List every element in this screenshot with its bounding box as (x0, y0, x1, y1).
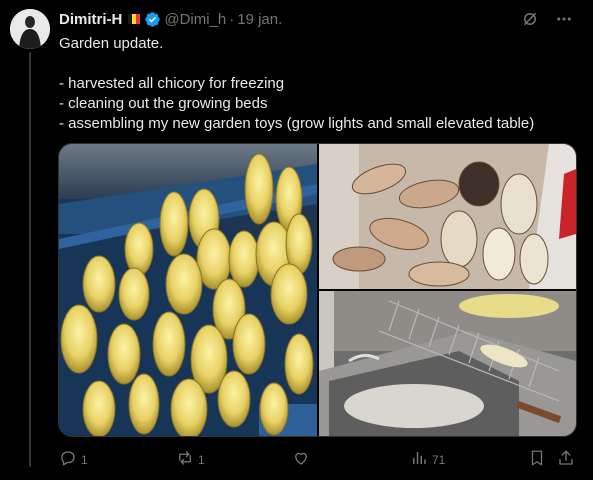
tweet-text-line: - assembling my new garden toys (grow li… (59, 115, 535, 132)
tweet-text-line: - harvested all chicory for freezing (59, 75, 285, 92)
thread-line (29, 52, 31, 467)
like-icon (292, 449, 314, 470)
action-bar: 1 1 71 (59, 449, 575, 469)
author-handle[interactable]: @Dimi_h (164, 11, 226, 28)
author-name[interactable]: Dimitri-H (59, 11, 122, 28)
avatar[interactable] (10, 9, 50, 49)
bookmark-icon (528, 449, 550, 470)
more-icon[interactable] (555, 10, 573, 28)
reply-icon (59, 449, 81, 470)
media-grid (58, 143, 577, 437)
views-button[interactable]: 71 (410, 449, 445, 470)
photo-chicory-crate[interactable] (59, 144, 317, 436)
reply-count: 1 (81, 452, 88, 467)
reply-button[interactable]: 1 (59, 449, 88, 470)
photo-chicory-bag[interactable] (319, 144, 576, 289)
retweet-icon (176, 449, 198, 470)
tweet-date[interactable]: 19 jan. (237, 11, 282, 28)
retweet-button[interactable]: 1 (176, 449, 205, 470)
tweet-text: Garden update. - harvested all chicory f… (59, 34, 579, 134)
belgium-flag-icon (128, 14, 141, 24)
bookmark-button[interactable] (528, 449, 550, 470)
tweet-text-line: - cleaning out the growing beds (59, 95, 268, 112)
retweet-count: 1 (198, 452, 205, 467)
tweet-top-icons (521, 10, 573, 28)
photo-sink-rack[interactable] (319, 291, 576, 436)
tweet-text-line: Garden update. (59, 35, 164, 52)
share-button[interactable] (557, 449, 579, 470)
like-button[interactable] (292, 449, 314, 470)
separator-dot: · (229, 10, 235, 28)
views-icon (410, 449, 432, 470)
verified-badge-icon (144, 11, 161, 28)
grok-icon[interactable] (521, 10, 539, 28)
share-icon (557, 449, 579, 470)
views-count: 71 (432, 452, 446, 467)
tweet-header: Dimitri-H @Dimi_h · 19 jan. (59, 9, 282, 29)
tweet-text-gap (59, 54, 579, 74)
